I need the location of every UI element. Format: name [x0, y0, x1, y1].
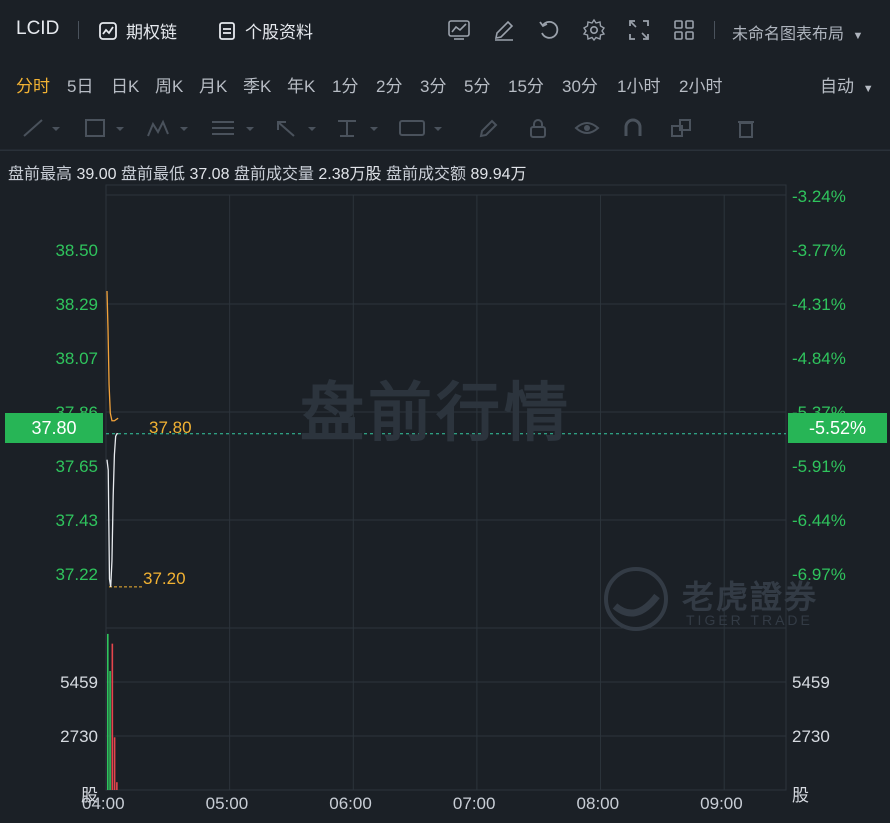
volume-bar — [111, 643, 114, 790]
time-tick-label: 06:00 — [329, 794, 372, 813]
price-line — [106, 433, 119, 587]
time-tick-label: 04:00 — [82, 794, 125, 813]
percent-tick-label: -6.44% — [792, 511, 846, 530]
volume-bar — [116, 782, 118, 790]
volume-tick-label: 5459 — [792, 673, 830, 692]
watermark-text: 盘前行情 — [300, 377, 572, 449]
brand-name-en: TIGER TRADE — [686, 612, 813, 628]
price-tick-label: 37.65 — [55, 457, 98, 476]
volume-tick-label: 5459 — [60, 673, 98, 692]
price-tick-label: 37.43 — [55, 511, 98, 530]
time-tick-label: 07:00 — [452, 794, 496, 813]
volume-bar — [113, 737, 116, 790]
price-line-label: 37.80 — [149, 418, 192, 437]
time-tick-label: 05:00 — [205, 794, 249, 813]
time-tick-label: 08:00 — [576, 794, 620, 813]
percent-tick-label: -6.97% — [792, 565, 846, 584]
volume-tick-label: 2730 — [792, 727, 830, 746]
price-tick-label: 38.07 — [55, 349, 98, 368]
percent-tick-label: -3.77% — [792, 241, 846, 260]
average-price-line — [106, 291, 119, 422]
price-tick-label: 37.22 — [55, 565, 98, 584]
price-tick-label: 38.29 — [55, 295, 98, 314]
current-price-badge: 37.80 — [5, 413, 103, 443]
time-tick-label: 09:00 — [700, 794, 743, 813]
volume-unit-label: 股 — [792, 786, 809, 805]
low-line-label: 37.20 — [143, 569, 186, 588]
volume-tick-label: 2730 — [60, 727, 98, 746]
price-tick-label: 38.50 — [55, 241, 98, 260]
percent-tick-label: -5.91% — [792, 457, 846, 476]
volume-bar — [109, 670, 111, 790]
percent-tick-label: -3.24% — [792, 187, 846, 206]
percent-tick-label: -4.84% — [792, 349, 846, 368]
plot-frame — [105, 184, 787, 791]
tiger-logo-icon — [604, 567, 668, 631]
percent-tick-label: -4.31% — [792, 295, 846, 314]
current-change-badge: -5.52% — [788, 413, 887, 443]
volume-bar — [107, 633, 109, 790]
